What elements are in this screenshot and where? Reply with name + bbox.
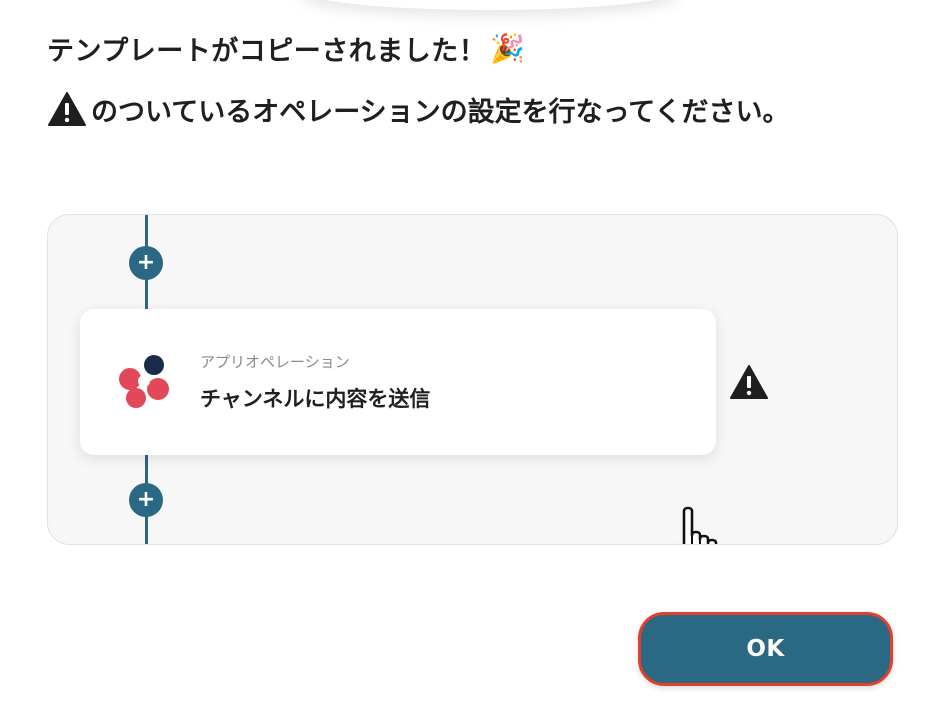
operation-warning-icon: [730, 365, 768, 399]
add-step-button-top[interactable]: +: [129, 246, 163, 280]
instruction-message: のついているオペレーションの設定を行なってください。: [47, 86, 790, 132]
modal-shadow: [300, 0, 680, 10]
operation-type-label: アプリオペレーション: [200, 353, 350, 371]
copied-message-text: テンプレートがコピーされました！: [47, 35, 487, 67]
operation-card[interactable]: アプリオペレーション チャンネルに内容を送信: [80, 309, 718, 544]
warning-icon: [48, 92, 86, 126]
flow-preview-panel: + アプリオペレーション チャンネルに内容を送信 +: [47, 214, 898, 545]
plus-icon: +: [136, 487, 156, 512]
party-popper-icon: 🎉: [490, 31, 526, 65]
add-step-button-bottom[interactable]: +: [129, 483, 163, 517]
template-copied-dialog: テンプレートがコピーされました！ 🎉 のついているオペレーションの設定を行なって…: [0, 0, 952, 706]
instruction-text: のついているオペレーションの設定を行なってください。: [91, 96, 790, 128]
operation-name: チャンネルに内容を送信: [200, 387, 431, 411]
plus-icon: +: [136, 250, 156, 275]
copied-message: テンプレートがコピーされました！ 🎉: [47, 26, 526, 70]
hand-pointer-cursor-icon: [673, 506, 718, 544]
app-logo-icon: [119, 355, 169, 408]
ok-button[interactable]: OK: [638, 612, 893, 686]
